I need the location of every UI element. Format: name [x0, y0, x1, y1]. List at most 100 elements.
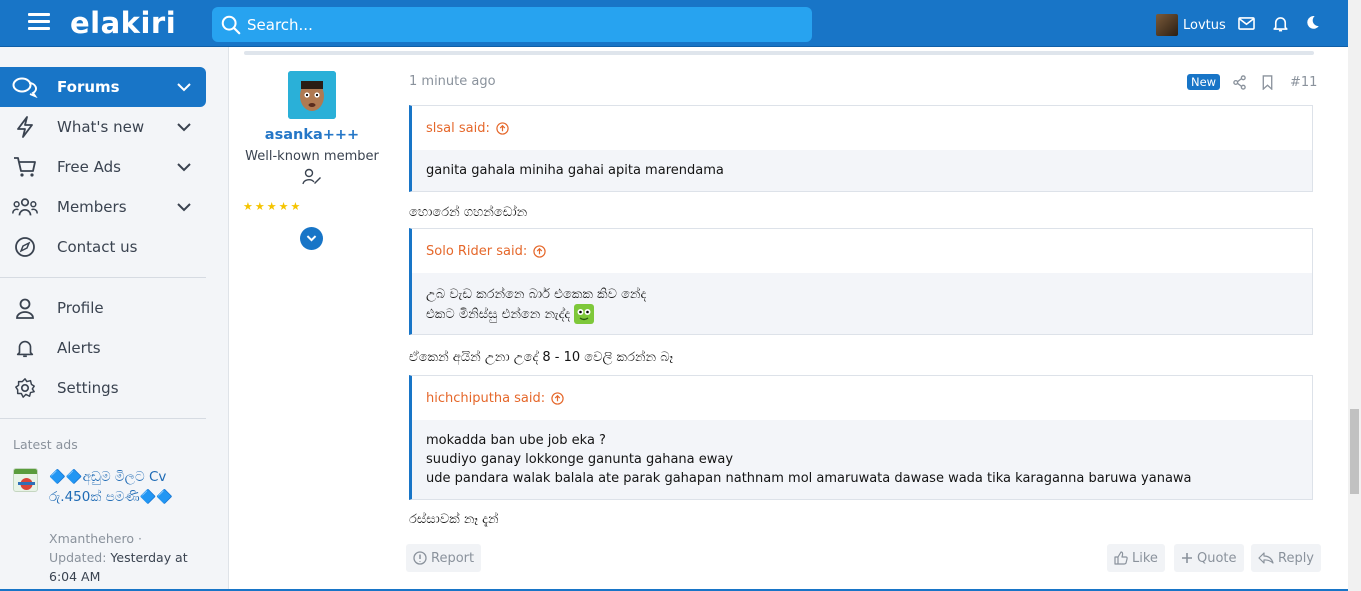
bell-icon [12, 337, 38, 359]
quote-block: hichchiputha said: mokadda ban ube job e… [409, 375, 1313, 500]
arrow-up-circle-icon[interactable] [551, 391, 564, 405]
reply-icon [1258, 552, 1274, 564]
quote-line: එකට මිනිස්සු එන්නෙ නැද්ද [426, 306, 571, 322]
ad-updated-label: Updated: [49, 550, 107, 565]
cart-icon [12, 156, 38, 178]
arrow-up-circle-icon[interactable] [533, 244, 546, 258]
lightning-icon [12, 116, 38, 138]
like-label: Like [1132, 550, 1158, 566]
envelope-icon[interactable] [1237, 14, 1256, 33]
search-box[interactable] [212, 7, 812, 42]
sidebar-item-members[interactable]: Members [0, 187, 206, 227]
quote-line: ganita gahala miniha gahai apita marenda… [426, 163, 724, 178]
quote-line: mokadda ban ube job eka ? [426, 433, 606, 448]
plus-icon [1182, 553, 1192, 563]
top-bar: elakiri Lovtus [0, 0, 1348, 47]
post-author-title: Well-known member [245, 149, 379, 164]
ad-thumbnail[interactable] [13, 468, 38, 492]
quote-block: Solo Rider said: උබ වැඩ කරන්නෙ බාර් එකෙක… [409, 228, 1313, 335]
user-menu[interactable]: Lovtus [1156, 14, 1226, 36]
quote-header[interactable]: hichchiputha said: [412, 376, 1312, 420]
user-avatar [1156, 14, 1178, 36]
post-time[interactable]: 1 minute ago [409, 74, 496, 89]
smiley-emoji-icon [574, 304, 595, 324]
members-icon [12, 196, 38, 218]
quote-line: ude pandara walak balala ate parak gahap… [426, 471, 1192, 486]
sidebar-item-alerts[interactable]: Alerts [0, 328, 206, 368]
sidebar-item-label: Settings [57, 379, 119, 397]
search-input[interactable] [247, 15, 787, 34]
chevron-down-icon[interactable] [176, 119, 192, 135]
post-number[interactable]: #11 [1290, 75, 1317, 90]
sidebar-item-whats-new[interactable]: What's new [0, 107, 206, 147]
sidebar-item-contact-us[interactable]: Contact us [0, 227, 206, 267]
site-logo[interactable]: elakiri [70, 6, 176, 40]
bell-icon[interactable] [1271, 14, 1290, 33]
quote-block: slsal said: ganita gahala miniha gahai a… [409, 105, 1313, 192]
quote-author[interactable]: hichchiputha said: [426, 391, 545, 406]
post-text-line: රස්සාවක් නෑ දැන් [409, 512, 499, 527]
sidebar-item-label: Forums [57, 78, 120, 96]
sidebar-item-label: Free Ads [57, 158, 121, 176]
sidebar-item-label: Alerts [57, 339, 101, 357]
profile-icon [12, 297, 38, 319]
contact-icon [12, 236, 38, 258]
moon-icon[interactable] [1304, 14, 1321, 31]
quote-header[interactable]: slsal said: [412, 106, 1312, 150]
report-button[interactable]: Report [406, 544, 482, 572]
search-icon [221, 15, 241, 34]
quote-button[interactable]: Quote [1174, 544, 1244, 572]
ad-meta: Xmanthehero · Updated: Yesterday at 6:04… [49, 531, 188, 584]
page-scrollbar[interactable] [1348, 0, 1361, 591]
chevron-down-icon[interactable] [176, 159, 192, 175]
quote-author[interactable]: Solo Rider said: [426, 244, 527, 259]
scrollbar-thumb[interactable] [1350, 409, 1359, 494]
ad-author[interactable]: Xmanthehero [49, 531, 134, 546]
new-badge: New [1187, 74, 1221, 90]
sidebar-item-label: What's new [57, 118, 145, 136]
quote-body: ganita gahala miniha gahai apita marenda… [412, 150, 1312, 191]
sidebar-item-label: Members [57, 198, 127, 216]
quote-body: mokadda ban ube job eka ? suudiyo ganay … [412, 420, 1312, 499]
sidebar: Forums What's new Free Ads Members Conta… [0, 47, 210, 591]
expand-user-info-button[interactable] [300, 227, 323, 250]
post-author-avatar[interactable] [288, 71, 336, 119]
reply-label: Reply [1278, 550, 1315, 566]
chevron-down-icon[interactable] [176, 199, 192, 215]
username: Lovtus [1183, 17, 1226, 33]
chevron-down-icon [306, 235, 317, 242]
quote-header[interactable]: Solo Rider said: [412, 229, 1312, 273]
post-text-line: ඒකෙන් අයින් උනා උදේ 8 - 10 වෙලි කරන්න බෑ [409, 350, 674, 365]
thumbs-up-icon [1114, 551, 1128, 565]
sidebar-item-label: Profile [57, 299, 104, 317]
chevron-down-icon[interactable] [176, 79, 192, 95]
post-text-line: හොරෙන් ගහන්ඩෝන [409, 205, 528, 220]
user-edit-icon [302, 168, 321, 185]
report-icon [413, 551, 427, 565]
sidebar-item-settings[interactable]: Settings [0, 368, 206, 408]
arrow-up-circle-icon[interactable] [496, 121, 509, 135]
quote-author[interactable]: slsal said: [426, 121, 490, 136]
quote-line: උබ වැඩ කරන්නෙ බාර් එකෙක කිව නේද [426, 287, 647, 302]
rating-stars-icon: ★★★★★ [243, 200, 303, 213]
like-button[interactable]: Like [1107, 544, 1165, 572]
chat-bubbles-icon [12, 76, 38, 98]
sidebar-item-free-ads[interactable]: Free Ads [0, 147, 206, 187]
sidebar-item-label: Contact us [57, 238, 138, 256]
quote-line: suudiyo ganay lokkonge ganunta gahana ew… [426, 452, 734, 467]
post-author-name[interactable]: asanka+++ [229, 127, 395, 143]
bookmark-icon[interactable] [1261, 75, 1274, 90]
report-label: Report [431, 550, 475, 566]
ad-title[interactable]: 🔷🔷අඩුම මිලට Cv රු.450ක් පමණි🔷🔷 [49, 467, 199, 507]
post-separator [244, 51, 1314, 55]
menu-icon[interactable] [28, 13, 50, 31]
sidebar-divider [0, 277, 206, 278]
post-container: asanka+++ Well-known member ★★★★★ 1 minu… [228, 47, 1348, 591]
quote-label: Quote [1197, 550, 1237, 566]
quote-body: උබ වැඩ කරන්නෙ බාර් එකෙක කිව නේද එකට මිනි… [412, 273, 1312, 334]
sidebar-item-profile[interactable]: Profile [0, 288, 206, 328]
share-icon[interactable] [1232, 75, 1247, 90]
latest-ads-title: Latest ads [13, 437, 78, 452]
reply-button[interactable]: Reply [1251, 544, 1322, 572]
sidebar-item-forums[interactable]: Forums [0, 67, 206, 107]
